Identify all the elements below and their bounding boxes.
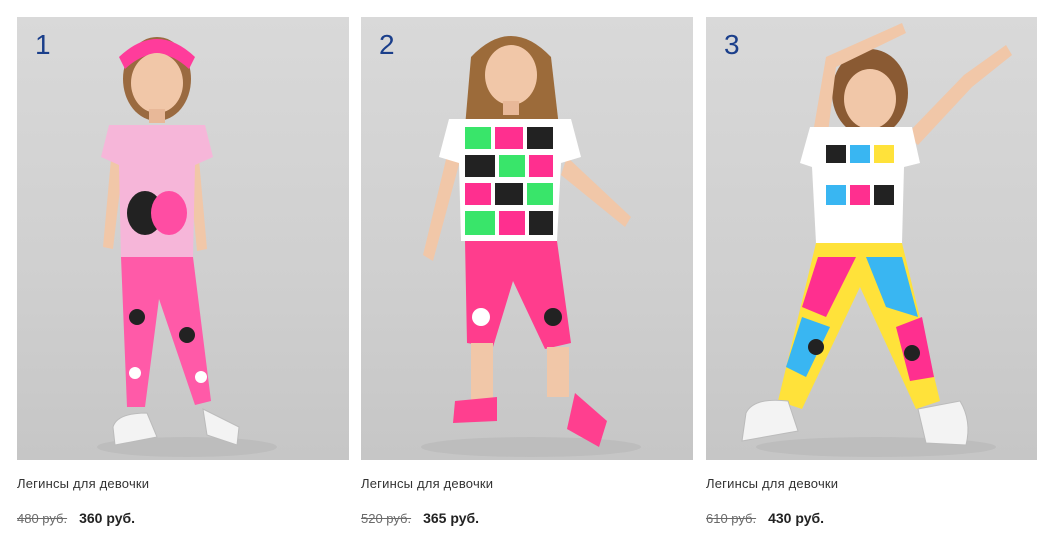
product-card[interactable]: 3 Легинсы для девочки 610 руб. 430 руб. (706, 17, 1037, 526)
old-price: 610 руб. (706, 511, 757, 526)
product-card[interactable]: 2 Легинсы для девочки 520 руб. 365 руб. (361, 17, 693, 526)
current-price: 430 руб. (768, 510, 825, 526)
price-row: 610 руб. 430 руб. (706, 510, 1037, 526)
price-row: 520 руб. 365 руб. (361, 510, 693, 526)
current-price: 365 руб. (423, 510, 480, 526)
product-number: 3 (724, 29, 740, 60)
girl-pink-leggings-illustration (97, 37, 277, 457)
product-number: 2 (379, 29, 395, 60)
product-card[interactable]: 1 Легинсы для девочки 480 руб. 360 руб. (17, 17, 349, 526)
price-row: 480 руб. 360 руб. (17, 510, 349, 526)
old-price: 520 руб. (361, 511, 412, 526)
product-title[interactable]: Легинсы для девочки (17, 476, 349, 491)
product-image[interactable]: 1 (17, 17, 349, 460)
current-price: 360 руб. (79, 510, 136, 526)
product-title[interactable]: Легинсы для девочки (361, 476, 693, 491)
product-grid: 1 Легинсы для девочки 480 руб. 360 руб. … (0, 0, 1037, 556)
product-number: 1 (35, 29, 51, 60)
product-image[interactable]: 3 (706, 17, 1037, 460)
product-title[interactable]: Легинсы для девочки (706, 476, 1037, 491)
old-price: 480 руб. (17, 511, 68, 526)
girl-pink-capris-illustration (421, 36, 641, 457)
product-image[interactable]: 2 (361, 17, 693, 460)
girl-colorful-leggings-illustration (741, 23, 1012, 457)
